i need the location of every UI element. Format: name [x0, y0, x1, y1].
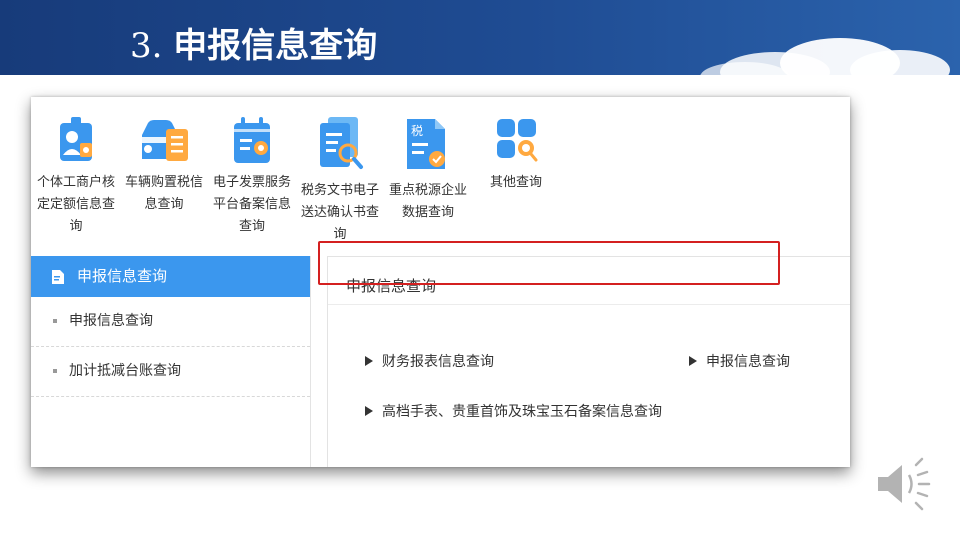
icon-tile-individual-quota[interactable]: 个体工商户核定定额信息查询 [31, 115, 121, 238]
icon-tile-key-tax-source[interactable]: 税 重点税源企业数据查询 [383, 115, 473, 224]
id-badge-icon [60, 117, 92, 161]
sidebar-header[interactable]: 申报信息查询 [31, 256, 310, 297]
tax-document-icon: 税 [407, 119, 445, 169]
link-luxury-goods-query[interactable]: 高档手表、贵重首饰及珠宝玉石备案信息查询 [365, 402, 662, 422]
sidebar-item-label: 申报信息查询 [69, 313, 153, 329]
document-icon [52, 269, 64, 284]
icon-label: 电子发票服务平台备案信息查询 [212, 175, 291, 234]
link-label: 财务报表信息查询 [382, 354, 494, 370]
icon-tile-invoice-platform[interactable]: 电子发票服务平台备案信息查询 [207, 115, 297, 238]
triangle-right-icon [365, 356, 373, 366]
bullet-icon [53, 369, 57, 373]
triangle-right-icon [689, 356, 697, 366]
document-search-icon [320, 117, 363, 169]
sidebar-item-deduction-ledger[interactable]: 加计抵减台账查询 [31, 347, 310, 397]
slide-title-text: 申报信息查询 [173, 26, 378, 66]
content-panel: 申报信息查询 财务报表信息查询 申报信息查询 高档手表、贵重首饰及珠宝玉石备案信… [327, 256, 850, 467]
calendar-invoice-icon [234, 117, 270, 163]
slide-header-banner: 3. 申报信息查询 [0, 0, 960, 75]
link-label: 申报信息查询 [706, 354, 790, 370]
icon-label: 税务文书电子送达确认书查询 [300, 183, 379, 242]
icon-label: 重点税源企业数据查询 [388, 183, 467, 220]
slide-title: 3. 申报信息查询 [130, 24, 377, 68]
grid-search-icon [497, 119, 538, 162]
icon-label: 个体工商户核定定额信息查询 [36, 175, 115, 234]
sidebar-header-label: 申报信息查询 [77, 267, 168, 285]
car-document-icon [142, 120, 188, 161]
link-label: 高档手表、贵重首饰及珠宝玉石备案信息查询 [382, 404, 662, 420]
icon-tile-vehicle-tax[interactable]: 车辆购置税信息查询 [119, 115, 209, 216]
icon-label: 其他查询 [489, 175, 542, 190]
speaker-icon[interactable] [874, 455, 936, 517]
highlight-box [318, 241, 780, 285]
sidebar-item-declaration-query[interactable]: 申报信息查询 [31, 297, 310, 347]
sidebar: 申报信息查询 申报信息查询 加计抵减台账查询 [31, 256, 311, 467]
icon-label: 车辆购置税信息查询 [124, 175, 203, 212]
link-financial-report-query[interactable]: 财务报表信息查询 [365, 352, 494, 372]
tax-badge-text: 税 [411, 124, 423, 138]
triangle-right-icon [365, 406, 373, 416]
bullet-icon [53, 319, 57, 323]
sidebar-item-label: 加计抵减台账查询 [69, 363, 181, 379]
slide-number: 3. [130, 26, 163, 66]
link-declaration-query[interactable]: 申报信息查询 [689, 352, 790, 372]
icon-tile-other-query[interactable]: 其他查询 [471, 115, 561, 194]
icon-tile-tax-document[interactable]: 税务文书电子送达确认书查询 [295, 115, 385, 246]
